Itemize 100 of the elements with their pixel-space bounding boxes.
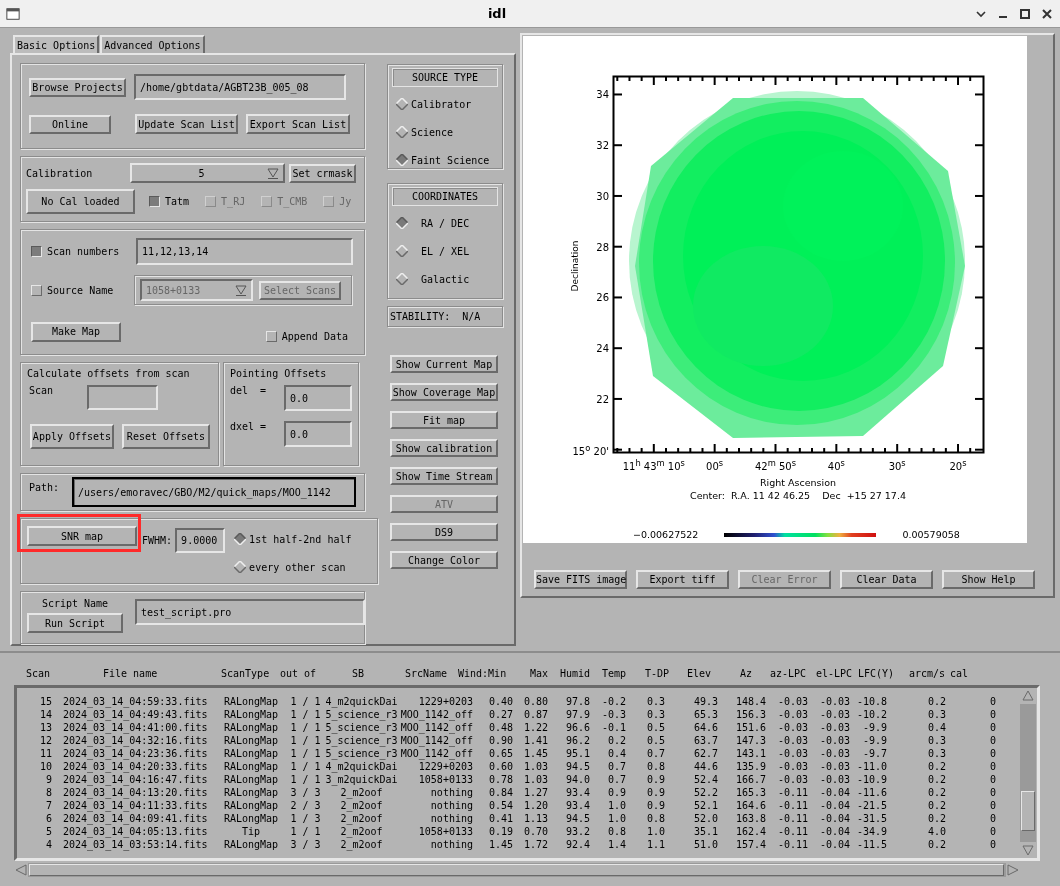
axis-tick-label: 11$^{h}$ 43$^{m}$ 10$^{s}$	[622, 458, 685, 473]
radio-label[interactable]: Science	[411, 126, 454, 138]
radio-label[interactable]: Galactic	[411, 273, 470, 285]
checkbox[interactable]	[149, 196, 160, 207]
radio-button[interactable]	[396, 245, 408, 257]
table-cell-text: 0.5	[645, 734, 666, 747]
table-cell-text: 1.13	[522, 812, 549, 825]
column-header: SrcName	[405, 667, 449, 680]
table-cell-text: -0.3	[600, 708, 627, 721]
table-cell-text: 0.3	[645, 708, 666, 721]
vertical-scrollbar[interactable]	[1020, 688, 1036, 858]
checkbox-label[interactable]: Append Data	[281, 331, 348, 342]
table-cell-text: 12	[38, 734, 53, 747]
table-cell-text: 2024_03_14_03:53:14.fits	[62, 838, 209, 851]
table-cell-text: 157.4	[734, 838, 767, 851]
radio-button[interactable]	[396, 126, 408, 138]
table-cell-text: 35.1	[692, 825, 719, 838]
radio-button[interactable]	[396, 273, 408, 285]
plot-action-button[interactable]: Export tiff	[636, 570, 729, 589]
plot-action-button[interactable]: Show Help	[942, 570, 1035, 589]
action-button[interactable]: Show Current Map	[390, 355, 498, 373]
set-crmask-button[interactable]: Set crmask	[289, 163, 356, 183]
table-cell-text: 2024_03_14_04:59:33.fits	[62, 695, 209, 708]
close-icon[interactable]	[1040, 6, 1054, 21]
table-cell-text: 0	[988, 773, 997, 786]
scroll-down-icon[interactable]	[1020, 842, 1036, 858]
radio-button[interactable]	[234, 533, 247, 545]
checkbox-label[interactable]: Tatm	[165, 196, 190, 207]
project-path-field[interactable]: /home/gbtdata/AGBT23B_005_08	[134, 74, 346, 100]
action-button[interactable]: Fit map	[390, 411, 498, 429]
radio-label[interactable]: every other scan	[249, 561, 346, 573]
apply-offsets-button[interactable]: Apply Offsets	[30, 424, 114, 449]
scan-numbers-field[interactable]: 11,12,13,14	[136, 238, 353, 265]
table-cell-text: 94.5	[564, 812, 591, 825]
radio-button[interactable]	[396, 154, 408, 166]
table-cell-text: 0.40	[487, 695, 514, 708]
radio-label[interactable]: Faint Science	[411, 154, 490, 166]
tab[interactable]: Advanced Options	[100, 35, 205, 53]
action-button[interactable]: DS9	[390, 523, 498, 541]
script-name-field[interactable]: test_script.pro	[135, 599, 365, 625]
checkbox[interactable]	[31, 246, 42, 257]
table-cell-text: -0.04	[818, 799, 851, 812]
offset-field[interactable]: 0.0	[284, 385, 352, 411]
export-scan-list-button[interactable]: Export Scan List	[246, 114, 350, 134]
radio-button[interactable]	[234, 561, 247, 573]
table-cell-text: 51.0	[692, 838, 719, 851]
reset-offsets-button[interactable]: Reset Offsets	[122, 424, 210, 449]
radio-button[interactable]	[396, 98, 408, 110]
radio-label[interactable]: RA / DEC	[411, 217, 470, 229]
radio-label[interactable]: 1st half-2nd half	[249, 533, 352, 545]
table-cell-text: 0	[988, 695, 997, 708]
table-cell-text: 7	[44, 799, 53, 812]
online-button[interactable]: Online	[29, 114, 111, 134]
checkbox-label[interactable]: Scan numbers	[47, 246, 120, 257]
path-field[interactable]: /users/emoravec/GBO/M2/quick_maps/MOO_1142	[72, 477, 356, 507]
table-cell-text: 0	[988, 799, 997, 812]
calibration-dropdown[interactable]: 5	[130, 163, 285, 183]
table-cell-text: 0.65	[487, 747, 514, 760]
radio-label[interactable]: Calibrator	[411, 98, 472, 110]
table-cell-text: 165.3	[734, 786, 767, 799]
table-cell-text: RALongMap	[222, 721, 280, 734]
offset-field[interactable]: 0.0	[284, 421, 352, 447]
make-map-button[interactable]: Make Map	[31, 321, 121, 342]
table-cell-text: 1 / 1	[289, 747, 322, 760]
action-button[interactable]: Change Color	[390, 551, 498, 569]
map-center-label: Center: R.A. 11 42 46.25 Dec +15 27 17.4	[690, 490, 906, 501]
tab[interactable]: Basic Options	[13, 35, 100, 54]
table-cell-text: 0.4	[606, 747, 627, 760]
no-cal-loaded-button[interactable]: No Cal loaded	[26, 189, 135, 214]
run-script-button[interactable]: Run Script	[27, 613, 123, 633]
browse-projects-button[interactable]: Browse Projects	[29, 77, 126, 97]
axis-tick-label: 32	[596, 139, 609, 151]
table-cell-text: 44.6	[692, 760, 719, 773]
table-cell-text: 0.78	[487, 773, 514, 786]
table-cell-text: 0.84	[487, 786, 514, 799]
table-cell-text: -0.03	[818, 721, 851, 734]
table-cell-text: 1 / 1	[289, 773, 322, 786]
table-cell-text: 0.9	[645, 799, 666, 812]
table-cell-text: 1.20	[522, 799, 549, 812]
snr-map-button[interactable]: SNR map	[27, 526, 137, 546]
radio-button[interactable]	[396, 217, 408, 229]
column-header: Elev	[687, 667, 713, 680]
action-button[interactable]: Show Time Stream	[390, 467, 498, 485]
axis-tick-label: 15$^{o}$ 20'	[572, 442, 609, 457]
table-cell-text: RALongMap	[222, 734, 280, 747]
update-scan-list-button[interactable]: Update Scan List	[135, 114, 238, 134]
fwhm-field[interactable]: 9.0000	[175, 528, 226, 553]
table-cell-text: 0	[988, 812, 997, 825]
radio-label[interactable]: EL / XEL	[411, 245, 470, 257]
table-cell-text: 148.4	[734, 695, 767, 708]
scroll-up-icon[interactable]	[1020, 688, 1036, 704]
plot-action-button[interactable]: Clear Data	[840, 570, 933, 589]
action-button[interactable]: Show Coverage Map	[390, 383, 498, 401]
scrollbar-thumb[interactable]	[29, 864, 1004, 876]
action-button[interactable]: Show calibration	[390, 439, 498, 457]
maximize-icon[interactable]	[1018, 6, 1032, 21]
scrollbar-thumb[interactable]	[1021, 791, 1035, 831]
scan-field[interactable]	[87, 385, 158, 410]
fwhm-label: FWHM:	[142, 535, 173, 548]
plot-action-button[interactable]: Save FITS image	[534, 570, 627, 589]
